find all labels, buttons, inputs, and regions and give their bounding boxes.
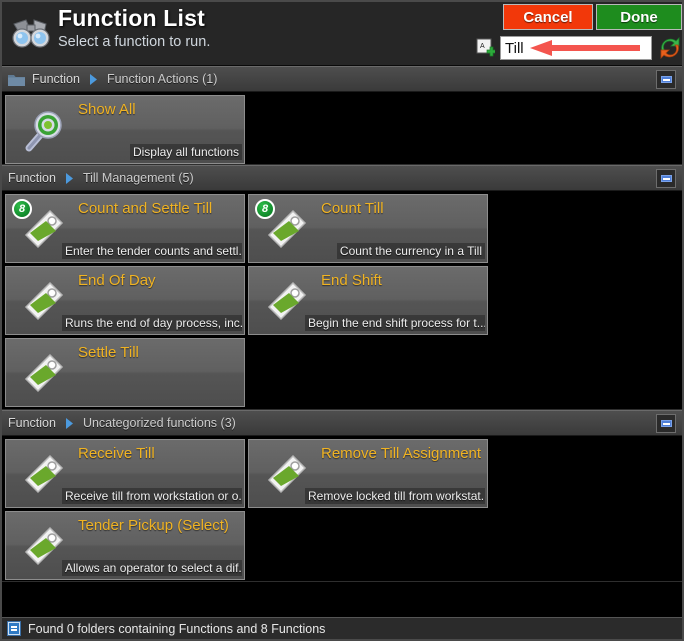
tile-title: End Of Day — [78, 272, 156, 289]
cancel-button[interactable]: Cancel — [503, 4, 593, 30]
tag-icon — [24, 526, 64, 566]
function-list-window: Function List Select a function to run. … — [0, 0, 684, 641]
breadcrumb-leaf: Uncategorized functions (3) — [82, 416, 236, 430]
tile-title: Remove Till Assignment — [321, 445, 481, 462]
tile-description: Count the currency in a Till — [336, 243, 485, 259]
tile-title: Count and Settle Till — [78, 200, 213, 217]
group-header-function-actions[interactable]: Function Function Actions (1) — [2, 66, 682, 92]
breadcrumb-root: Function — [8, 416, 56, 430]
tag-icon — [24, 353, 64, 393]
group-header-uncategorized[interactable]: Function Uncategorized functions (3) — [2, 410, 682, 436]
tag-icon — [267, 454, 307, 494]
tag-icon — [24, 281, 64, 321]
breadcrumb-leaf: Till Management (5) — [82, 171, 194, 185]
tile-settle-till[interactable]: Settle Till — [5, 338, 245, 407]
tile-title: Receive Till — [78, 445, 155, 462]
minus-icon — [660, 76, 672, 83]
tile-title: Settle Till — [78, 344, 139, 361]
tag-icon — [267, 281, 307, 321]
breadcrumb-leaf: Function Actions (1) — [106, 72, 218, 86]
chevron-right-icon — [89, 73, 97, 85]
tag-icon — [24, 454, 64, 494]
binoculars-icon — [12, 19, 50, 48]
tile-remove-till-assignment[interactable]: Remove Till Assignment Remove locked til… — [248, 439, 488, 508]
tile-receive-till[interactable]: Receive Till Receive till from workstati… — [5, 439, 245, 508]
tile-tender-pickup-select[interactable]: Tender Pickup (Select) Allows an operato… — [5, 511, 245, 580]
document-icon — [7, 621, 21, 636]
tile-show-all[interactable]: Show All Display all functions — [5, 95, 245, 164]
tile-description: Display all functions — [129, 144, 242, 160]
magnifier-icon — [25, 111, 62, 152]
tile-description: Enter the tender counts and settl... — [62, 243, 242, 259]
group-header-till-management[interactable]: Function Till Management (5) — [2, 165, 682, 191]
svg-text:A: A — [480, 43, 485, 50]
tile-count-and-settle-till[interactable]: 8 Count and Settle Till Enter the tender… — [5, 194, 245, 263]
window-header: Function List Select a function to run. … — [2, 2, 682, 66]
status-text: Found 0 folders containing Functions and… — [28, 621, 326, 636]
chevron-right-icon — [65, 172, 73, 184]
collapse-button[interactable] — [656, 169, 676, 188]
tile-title: Count Till — [321, 200, 384, 217]
page-subtitle: Select a function to run. — [58, 34, 211, 50]
tile-description: Receive till from workstation or o... — [62, 488, 242, 504]
tile-description: Begin the end shift process for t... — [305, 315, 485, 331]
group-body-function-actions: Show All Display all functions — [2, 92, 682, 165]
group-body-uncategorized: Receive Till Receive till from workstati… — [2, 436, 682, 582]
title-block: Function List Select a function to run. — [58, 4, 210, 52]
collapse-button[interactable] — [656, 414, 676, 433]
add-field-icon[interactable]: A — [476, 38, 495, 57]
refresh-icon[interactable] — [656, 34, 684, 62]
tile-count-till[interactable]: 8 Count Till Count the currency in a Til… — [248, 194, 488, 263]
breadcrumb-root: Function — [32, 72, 80, 86]
status-bar: Found 0 folders containing Functions and… — [2, 617, 682, 639]
collapse-button[interactable] — [656, 70, 676, 89]
tile-title: Tender Pickup (Select) — [78, 517, 229, 534]
group-body-till-management: 8 Count and Settle Till Enter the tender… — [2, 191, 682, 410]
page-title: Function List — [58, 5, 205, 31]
tile-description: Remove locked till from workstat... — [305, 488, 485, 504]
search-input[interactable] — [500, 36, 652, 60]
tile-description: Allows an operator to select a dif... — [62, 560, 242, 576]
tile-title: End Shift — [321, 272, 382, 289]
minus-icon — [660, 420, 672, 427]
tile-end-of-day[interactable]: End Of Day Runs the end of day process, … — [5, 266, 245, 335]
done-button[interactable]: Done — [596, 4, 682, 30]
chevron-right-icon — [65, 417, 73, 429]
tile-title: Show All — [78, 101, 136, 118]
status-badge: 8 — [255, 199, 275, 219]
tile-description: Runs the end of day process, inc... — [62, 315, 242, 331]
breadcrumb-root: Function — [8, 171, 56, 185]
folder-icon — [8, 74, 25, 86]
minus-icon — [660, 175, 672, 182]
status-badge: 8 — [12, 199, 32, 219]
tile-end-shift[interactable]: End Shift Begin the end shift process fo… — [248, 266, 488, 335]
